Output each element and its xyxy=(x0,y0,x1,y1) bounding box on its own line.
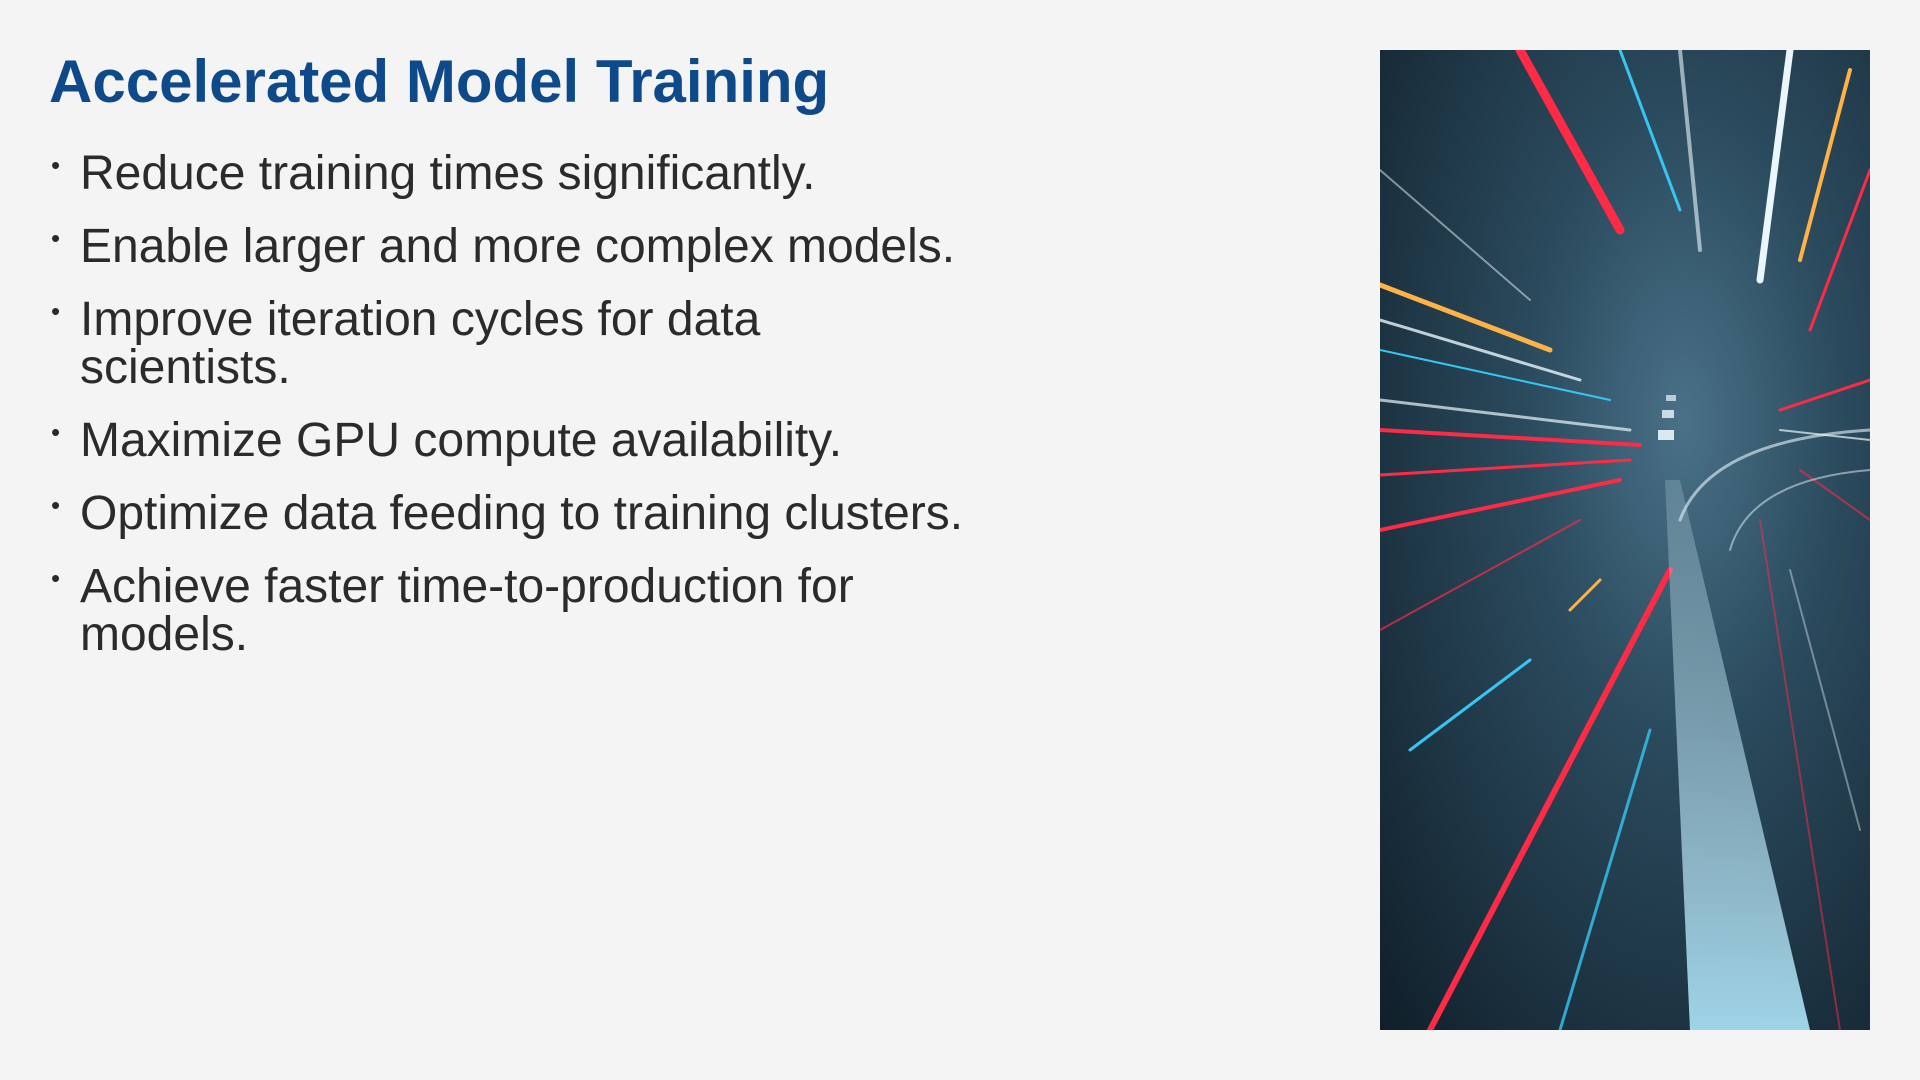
bullet-text: Maximize GPU compute availability. xyxy=(80,414,843,467)
bullet-dot-icon: • xyxy=(51,150,61,180)
light-speed-tunnel-image xyxy=(1380,50,1870,1030)
bullet-item: • Maximize GPU compute availability. xyxy=(49,417,969,465)
bullet-text: Improve iteration cycles for data scient… xyxy=(80,293,761,394)
bullet-item: • Optimize data feeding to training clus… xyxy=(49,490,969,538)
slide: Accelerated Model Training • Reduce trai… xyxy=(0,0,1920,1080)
bullet-dot-icon: • xyxy=(51,490,61,520)
bullet-dot-icon: • xyxy=(51,223,61,253)
bullet-dot-icon: • xyxy=(51,417,61,447)
tunnel-illustration xyxy=(1380,50,1870,1030)
bullet-text: Reduce training times significantly. xyxy=(80,147,816,200)
bullet-dot-icon: • xyxy=(51,563,61,593)
bullet-item: • Improve iteration cycles for data scie… xyxy=(49,296,969,392)
bullet-item: • Achieve faster time-to-production for … xyxy=(49,563,969,659)
bullet-text: Enable larger and more complex models. xyxy=(80,220,956,273)
slide-title: Accelerated Model Training xyxy=(49,48,830,115)
bullet-list: • Reduce training times significantly. •… xyxy=(49,150,969,684)
bullet-dot-icon: • xyxy=(51,296,61,326)
bullet-text: Optimize data feeding to training cluste… xyxy=(80,487,964,540)
bullet-item: • Enable larger and more complex models. xyxy=(49,223,969,271)
bullet-text: Achieve faster time-to-production for mo… xyxy=(80,560,854,661)
bullet-item: • Reduce training times significantly. xyxy=(49,150,969,198)
